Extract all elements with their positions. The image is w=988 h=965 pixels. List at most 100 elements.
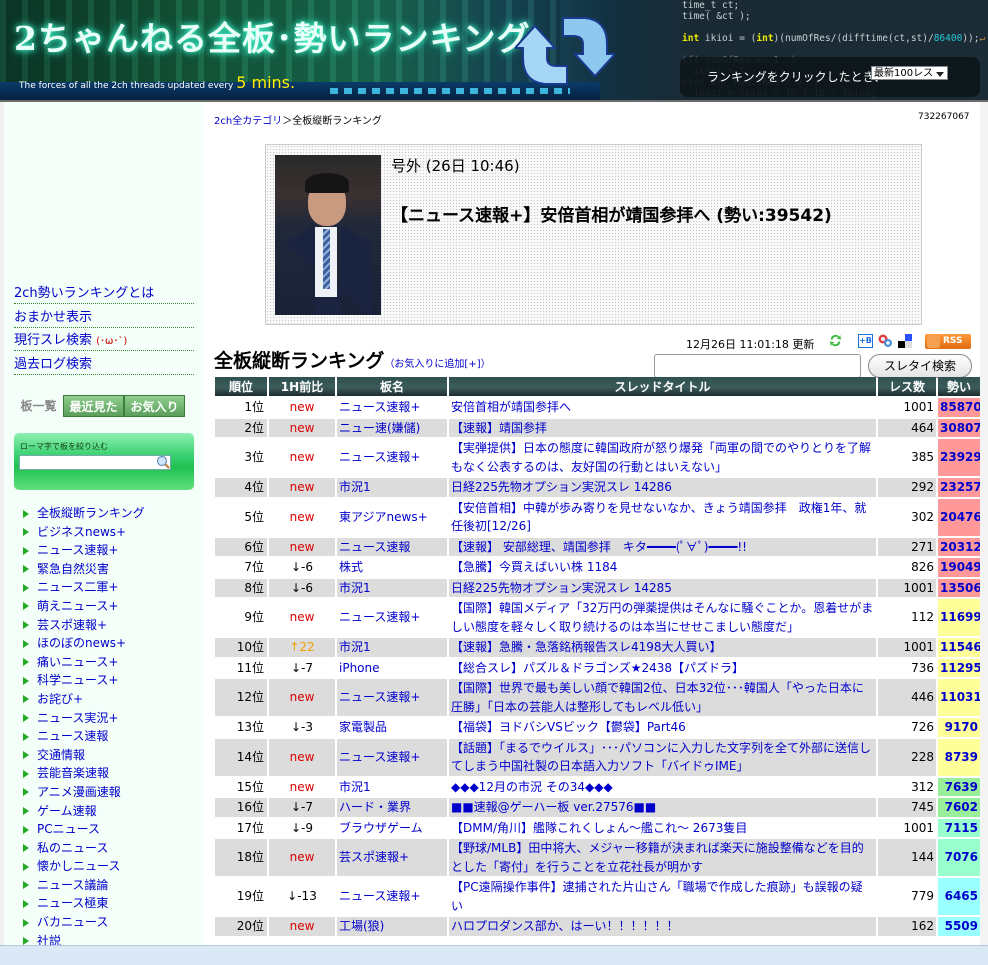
thread-title-link[interactable]: 【速報】 安部総理、靖国参拝 キタ━━━━(ﾟ∀ﾟ)━━━━!! xyxy=(449,537,876,556)
board-link[interactable]: ニュース速報+ xyxy=(337,679,447,716)
board-link[interactable]: ニュース速報+ xyxy=(337,398,447,417)
thread-title-link[interactable]: ■■速報@ゲーハー板 ver.27576■■ xyxy=(449,798,876,817)
board-link[interactable]: 市況1 xyxy=(337,478,447,497)
table-row[interactable]: 3位 new ニュース速報+ 【実弾提供】日本の態度に韓国政府が怒り爆発「両軍の間での… xyxy=(215,439,982,476)
board-list-item[interactable]: ニュース速報+ xyxy=(18,541,145,560)
thread-title-link[interactable]: 日経225先物オプション実況スレ 14285 xyxy=(449,578,876,597)
board-link[interactable]: ニュース速報+ xyxy=(337,738,447,776)
table-row[interactable]: 10位 ↑22 市況1 【速報】急騰・急落銘柄報告スレ4198大人買い】 1001 115… xyxy=(215,638,982,657)
board-link[interactable]: 市況1 xyxy=(337,578,447,597)
thread-title-link[interactable]: ハロプロダンス部か、はーい！！！！！！ xyxy=(449,917,876,936)
sidebar-link-log-search[interactable]: 過去ログ検索 xyxy=(14,353,194,375)
thread-title-link[interactable]: 【国際】世界で最も美しい顔で韓国2位、日本32位･･･韓国人「やった日本に圧勝」… xyxy=(449,679,876,716)
board-list-item[interactable]: ビジネスnews+ xyxy=(18,523,145,542)
extra-headline[interactable]: 【ニュース速報+】安倍首相が靖国参拝へ (勢い:39542) xyxy=(391,201,832,226)
click-action-select[interactable]: 最新100レス xyxy=(871,66,948,80)
table-row[interactable]: 19位 ↓-13 ニュース速報+ 【PC遠隔操作事件】逮捕された片山さん「職場で作成し… xyxy=(215,878,980,915)
thread-title-link[interactable]: 【実弾提供】日本の態度に韓国政府が怒り爆発「両軍の間でのやりとりを了解もなく公表… xyxy=(449,439,876,476)
table-row[interactable]: 12位 new ニュース速報+ 【国際】世界で最も美しい顔で韓国2位、日本32位･･･… xyxy=(215,679,982,716)
thread-title-link[interactable]: 【PC遠隔操作事件】逮捕された片山さん「職場で作成した痕跡」も誤報の疑い xyxy=(449,878,876,915)
thread-title-link[interactable]: 【話題】「まるでウイルス」･･･パソコンに入力した文字列を全て外部に送信してしま… xyxy=(449,738,876,776)
column-header-rank[interactable]: 順位 xyxy=(215,377,267,396)
site-title[interactable]: 2ちゃんねる全板･勢いランキング xyxy=(14,12,530,60)
sidebar-link-thread-search[interactable]: 現行スレ検索 (･ω･`) xyxy=(14,329,194,351)
thread-title-link[interactable]: 【急騰】今買えばいい株 1184 xyxy=(449,558,876,577)
board-link[interactable]: ニュース速報+ xyxy=(337,599,447,636)
table-row[interactable]: 7位 ↓-6 株式 【急騰】今買えばいい株 1184 826 19049 xyxy=(215,558,982,577)
board-list-item[interactable]: ニュース極東 xyxy=(18,894,145,913)
column-header-change[interactable]: 1H前比 xyxy=(269,377,335,396)
table-row[interactable]: 5位 new 東アジアnews+ 【安倍首相】中韓が歩み寄りを見せないなか、きょう靖国… xyxy=(215,498,982,536)
hatena-bookmark-icon[interactable]: +B xyxy=(858,334,873,348)
board-list-item[interactable]: お詫び+ xyxy=(18,690,145,709)
board-list-item[interactable]: 緊急自然災害 xyxy=(18,560,145,579)
board-list-item[interactable]: ニュース実況+ xyxy=(18,709,145,728)
breadcrumb-root-link[interactable]: 2ch全カテゴリ xyxy=(214,116,282,127)
rss-button[interactable]: RSS xyxy=(925,334,971,349)
table-row[interactable]: 4位 new 市況1 日経225先物オプション実況スレ 14286 292 23257 xyxy=(215,478,982,497)
board-link[interactable]: ニュース速報+ xyxy=(337,878,447,915)
sidebar-link-omakase[interactable]: おまかせ表示 xyxy=(14,306,194,328)
board-list-item[interactable]: アニメ漫画速報 xyxy=(18,783,145,802)
add-favorite-link[interactable]: （お気入りに追加[+]） xyxy=(384,359,490,370)
board-list-item[interactable]: 芸スポ速報+ xyxy=(18,616,145,635)
board-link[interactable]: ニュー速(嫌儲) xyxy=(337,418,447,437)
thread-title-link[interactable]: 日経225先物オプション実況スレ 14286 xyxy=(449,478,876,497)
table-row[interactable]: 2位 new ニュー速(嫌儲) 【速報】靖国参拝 464 30807 xyxy=(215,418,982,437)
extra-news-box[interactable]: 号外 (26日 10:46) 【ニュース速報+】安倍首相が靖国参拝へ (勢い:3… xyxy=(265,144,922,325)
board-list-item[interactable]: 私のニュース xyxy=(18,839,145,858)
board-link[interactable]: iPhone xyxy=(337,658,447,677)
tab-recently-viewed[interactable]: 最近見た xyxy=(63,395,124,417)
page-scrollbar[interactable] xyxy=(980,102,988,945)
board-list-item[interactable]: PCニュース xyxy=(18,820,145,839)
thread-title-link[interactable]: 【総合スレ】パズル＆ドラゴンズ★2438【パズドラ】 xyxy=(449,658,876,677)
board-link[interactable]: 家電製品 xyxy=(337,718,447,737)
thread-title-link[interactable]: 安倍首相が靖国参拝へ xyxy=(449,398,876,417)
board-link[interactable]: 芸スポ速報+ xyxy=(337,839,447,876)
board-link[interactable]: ハード・業界 xyxy=(337,798,447,817)
board-list-item[interactable]: 科学ニュース+ xyxy=(18,671,145,690)
table-row[interactable]: 1位 new ニュース速報+ 安倍首相が靖国参拝へ 1001 85870 xyxy=(215,398,982,417)
table-row[interactable]: 18位 new 芸スポ速報+ 【野球/MLB】田中将大、メジャー移籍が決まれば楽天に施… xyxy=(215,839,980,876)
board-link[interactable]: 東アジアnews+ xyxy=(337,498,447,536)
board-link[interactable]: ブラウザゲーム xyxy=(337,818,447,837)
board-link[interactable]: ニュース速報 xyxy=(337,537,447,556)
board-list-item[interactable]: ニュース二軍+ xyxy=(18,578,145,597)
board-list-item[interactable]: 痛いニュース+ xyxy=(18,653,145,672)
board-list-item[interactable]: 全板縦断ランキング xyxy=(18,504,145,523)
tab-favorites[interactable]: お気入り xyxy=(124,395,185,417)
tab-board-list[interactable]: 板一覧 xyxy=(14,395,63,417)
board-link[interactable]: 株式 xyxy=(337,558,447,577)
table-row[interactable]: 14位 new ニュース速報+ 【話題】「まるでウイルス」･･･パソコンに入力した文字… xyxy=(215,738,980,776)
google-bookmark-icon[interactable] xyxy=(877,334,893,348)
refresh-icon[interactable] xyxy=(828,333,843,348)
board-link[interactable]: 工場(狼) xyxy=(337,917,447,936)
search-icon[interactable] xyxy=(156,455,170,469)
board-list-item[interactable]: 萌えニュース+ xyxy=(18,597,145,616)
thread-title-link[interactable]: 【安倍首相】中韓が歩み寄りを見せないなか、きょう靖国参拝 政権1年、就任後初[1… xyxy=(449,498,876,536)
delicious-icon[interactable] xyxy=(897,334,913,348)
board-list-item[interactable]: ニュース速報 xyxy=(18,727,145,746)
column-header-res-count[interactable]: レス数 xyxy=(878,377,936,396)
column-header-ikioi[interactable]: 勢い xyxy=(938,377,980,396)
thread-title-link[interactable]: 【DMM/角川】艦隊これくしょん～艦これ～ 2673隻目 xyxy=(449,818,876,837)
thread-title-link[interactable]: 【国際】韓国メディア「32万円の弾薬提供はそんなに騒ぐことか。恩着せがましい態度… xyxy=(449,599,876,636)
board-list-item[interactable]: ニュース議論 xyxy=(18,876,145,895)
thread-title-link[interactable]: 【福袋】ヨドバシVSビック【鬱袋】Part46 xyxy=(449,718,876,737)
column-header-thread-title[interactable]: スレッドタイトル xyxy=(449,377,876,396)
sidebar-link-about[interactable]: 2ch勢いランキングとは xyxy=(14,282,194,304)
table-row[interactable]: 17位 ↓-9 ブラウザゲーム 【DMM/角川】艦隊これくしょん～艦これ～ 2673隻… xyxy=(215,818,980,837)
table-row[interactable]: 15位 new 市況1 ◆◆◆12月の市況 その34◆◆◆ 312 7639 xyxy=(215,777,980,796)
board-list-item[interactable]: ほのぼのnews+ xyxy=(18,634,145,653)
table-row[interactable]: 6位 new ニュース速報 【速報】 安部総理、靖国参拝 キタ━━━━(ﾟ∀ﾟ)━━━… xyxy=(215,537,982,556)
board-list-item[interactable]: 交通情報 xyxy=(18,746,145,765)
board-link[interactable]: 市況1 xyxy=(337,777,447,796)
thread-title-link[interactable]: 【速報】急騰・急落銘柄報告スレ4198大人買い】 xyxy=(449,638,876,657)
table-row[interactable]: 13位 ↓-3 家電製品 【福袋】ヨドバシVSビック【鬱袋】Part46 726 9170 xyxy=(215,718,980,737)
board-list-item[interactable]: 芸能音楽速報 xyxy=(18,764,145,783)
board-list-item[interactable]: バカニュース xyxy=(18,913,145,932)
board-list-item[interactable]: 懐かしニュース xyxy=(18,857,145,876)
column-header-board[interactable]: 板名 xyxy=(337,377,447,396)
table-row[interactable]: 11位 ↓-7 iPhone 【総合スレ】パズル＆ドラゴンズ★2438【パズドラ】 73… xyxy=(215,658,982,677)
thread-title-link[interactable]: 【野球/MLB】田中将大、メジャー移籍が決まれば楽天に施設整備などを目的とした「… xyxy=(449,839,876,876)
